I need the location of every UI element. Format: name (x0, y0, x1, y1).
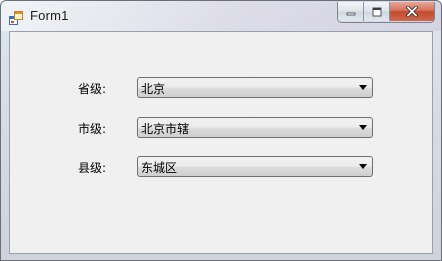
chevron-down-icon[interactable] (359, 164, 367, 169)
province-label: 省级: (78, 82, 107, 96)
city-combobox-value: 北京市辖 (141, 122, 190, 136)
close-button[interactable] (390, 2, 434, 21)
caption-buttons (337, 2, 435, 23)
minimize-icon (346, 12, 355, 15)
form-client-area: 省级: 北京 市级: 北京市辖 县级: 东城区 (9, 31, 433, 254)
maximize-icon (372, 7, 381, 16)
close-icon (406, 6, 418, 17)
province-combobox-value: 北京 (141, 82, 166, 96)
form-app-icon[interactable] (9, 10, 23, 25)
county-combobox-value: 东城区 (141, 161, 178, 175)
maximize-button[interactable] (364, 2, 390, 21)
county-combobox[interactable]: 东城区 (137, 156, 373, 177)
minimize-button[interactable] (338, 2, 364, 21)
city-combobox[interactable]: 北京市辖 (137, 117, 373, 138)
province-combobox[interactable]: 北京 (137, 77, 373, 98)
county-label: 县级: (78, 161, 107, 175)
chevron-down-icon[interactable] (359, 125, 367, 130)
city-label: 市级: (78, 122, 107, 136)
form1-window: Form1 省级: 北京 市级: 北京市辖 县级: 东城区 (0, 0, 442, 261)
window-title: Form1 (30, 8, 69, 23)
chevron-down-icon[interactable] (359, 85, 367, 90)
